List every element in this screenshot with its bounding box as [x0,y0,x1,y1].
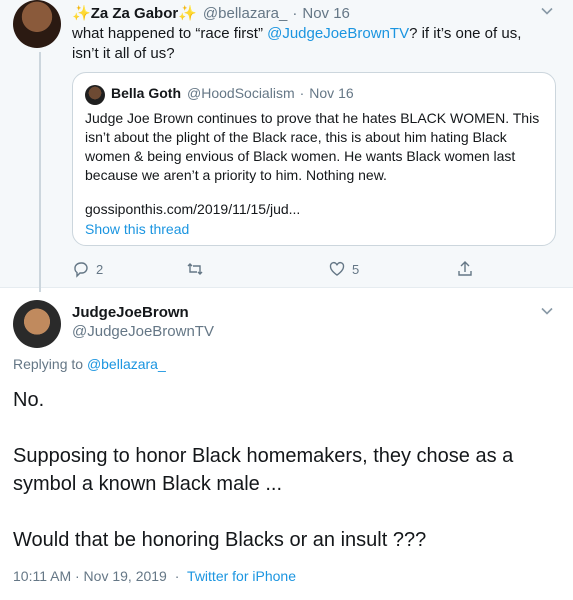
like-count: 5 [352,261,360,277]
reply-button[interactable]: 2 [72,260,103,278]
retweet-button[interactable] [186,260,210,278]
tweet-source-link[interactable]: Twitter for iPhone [187,568,296,584]
like-button[interactable]: 5 [328,260,359,278]
quoted-user-name: Bella Goth [111,85,182,101]
replying-to: Replying to @bellazara_ [13,356,166,372]
user-name[interactable]: JudgeJoeBrown [72,304,214,321]
chevron-down-icon[interactable] [540,4,554,21]
tweet-line: No. [13,389,45,411]
avatar[interactable] [13,300,61,348]
sparkle-icon: ✨ [178,5,197,22]
show-thread-link[interactable]: Show this thread [85,221,189,237]
action-bar: 2 5 [72,260,492,282]
tweet-date[interactable]: Nov 16 [302,5,350,22]
replying-handle-link[interactable]: @bellazara_ [87,356,166,372]
tweet-header: ✨ Za Za Gabor ✨ @bellazara_ · Nov 16 [72,4,350,23]
share-icon [458,261,472,276]
tweet-timestamp[interactable]: 10:11 AM · Nov 19, 2019 [13,568,167,584]
reply-icon [74,262,88,278]
separator: · [174,568,180,584]
avatar[interactable] [13,0,61,48]
quoted-text: Judge Joe Brown continues to prove that … [85,110,540,183]
quoted-tweet[interactable]: Bella Goth @HoodSocialism · Nov 16 Judge… [72,72,556,246]
user-handle[interactable]: @JudgeJoeBrownTV [72,323,214,340]
separator: · [292,4,298,22]
quoted-link[interactable]: gossiponthis.com/2019/11/15/jud... [85,201,300,217]
tweet-header: JudgeJoeBrown @JudgeJoeBrownTV [72,304,214,340]
heart-icon [329,261,345,276]
user-name[interactable]: Za Za Gabor [91,5,179,22]
tweet-meta: 10:11 AM · Nov 19, 2019 · Twitter for iP… [13,568,296,584]
thread-line [39,52,41,292]
avatar [85,85,105,105]
sparkle-icon: ✨ [72,5,91,22]
tweet-line: Would that be honoring Blacks or an insu… [13,529,427,551]
quoted-header: Bella Goth @HoodSocialism · Nov 16 [111,85,354,101]
quoted-date: Nov 16 [309,85,354,101]
tweet-text: what happened to “race first” @JudgeJoeB… [72,24,552,64]
parent-tweet[interactable]: ✨ Za Za Gabor ✨ @bellazara_ · Nov 16 wha… [0,0,573,292]
user-handle[interactable]: @bellazara_ [203,5,287,22]
retweet-icon [187,263,203,275]
quoted-user-handle: @HoodSocialism [187,85,295,101]
tweet-text-part: what happened to “race first” [72,25,268,42]
separator: · [299,85,305,101]
mention-link[interactable]: @JudgeJoeBrownTV [267,25,409,42]
share-button[interactable] [456,260,474,278]
replying-label: Replying to [13,356,87,372]
chevron-down-icon[interactable] [540,304,554,321]
tweet-line: Supposing to honor Black homemakers, the… [13,445,514,495]
reply-count: 2 [96,261,104,277]
